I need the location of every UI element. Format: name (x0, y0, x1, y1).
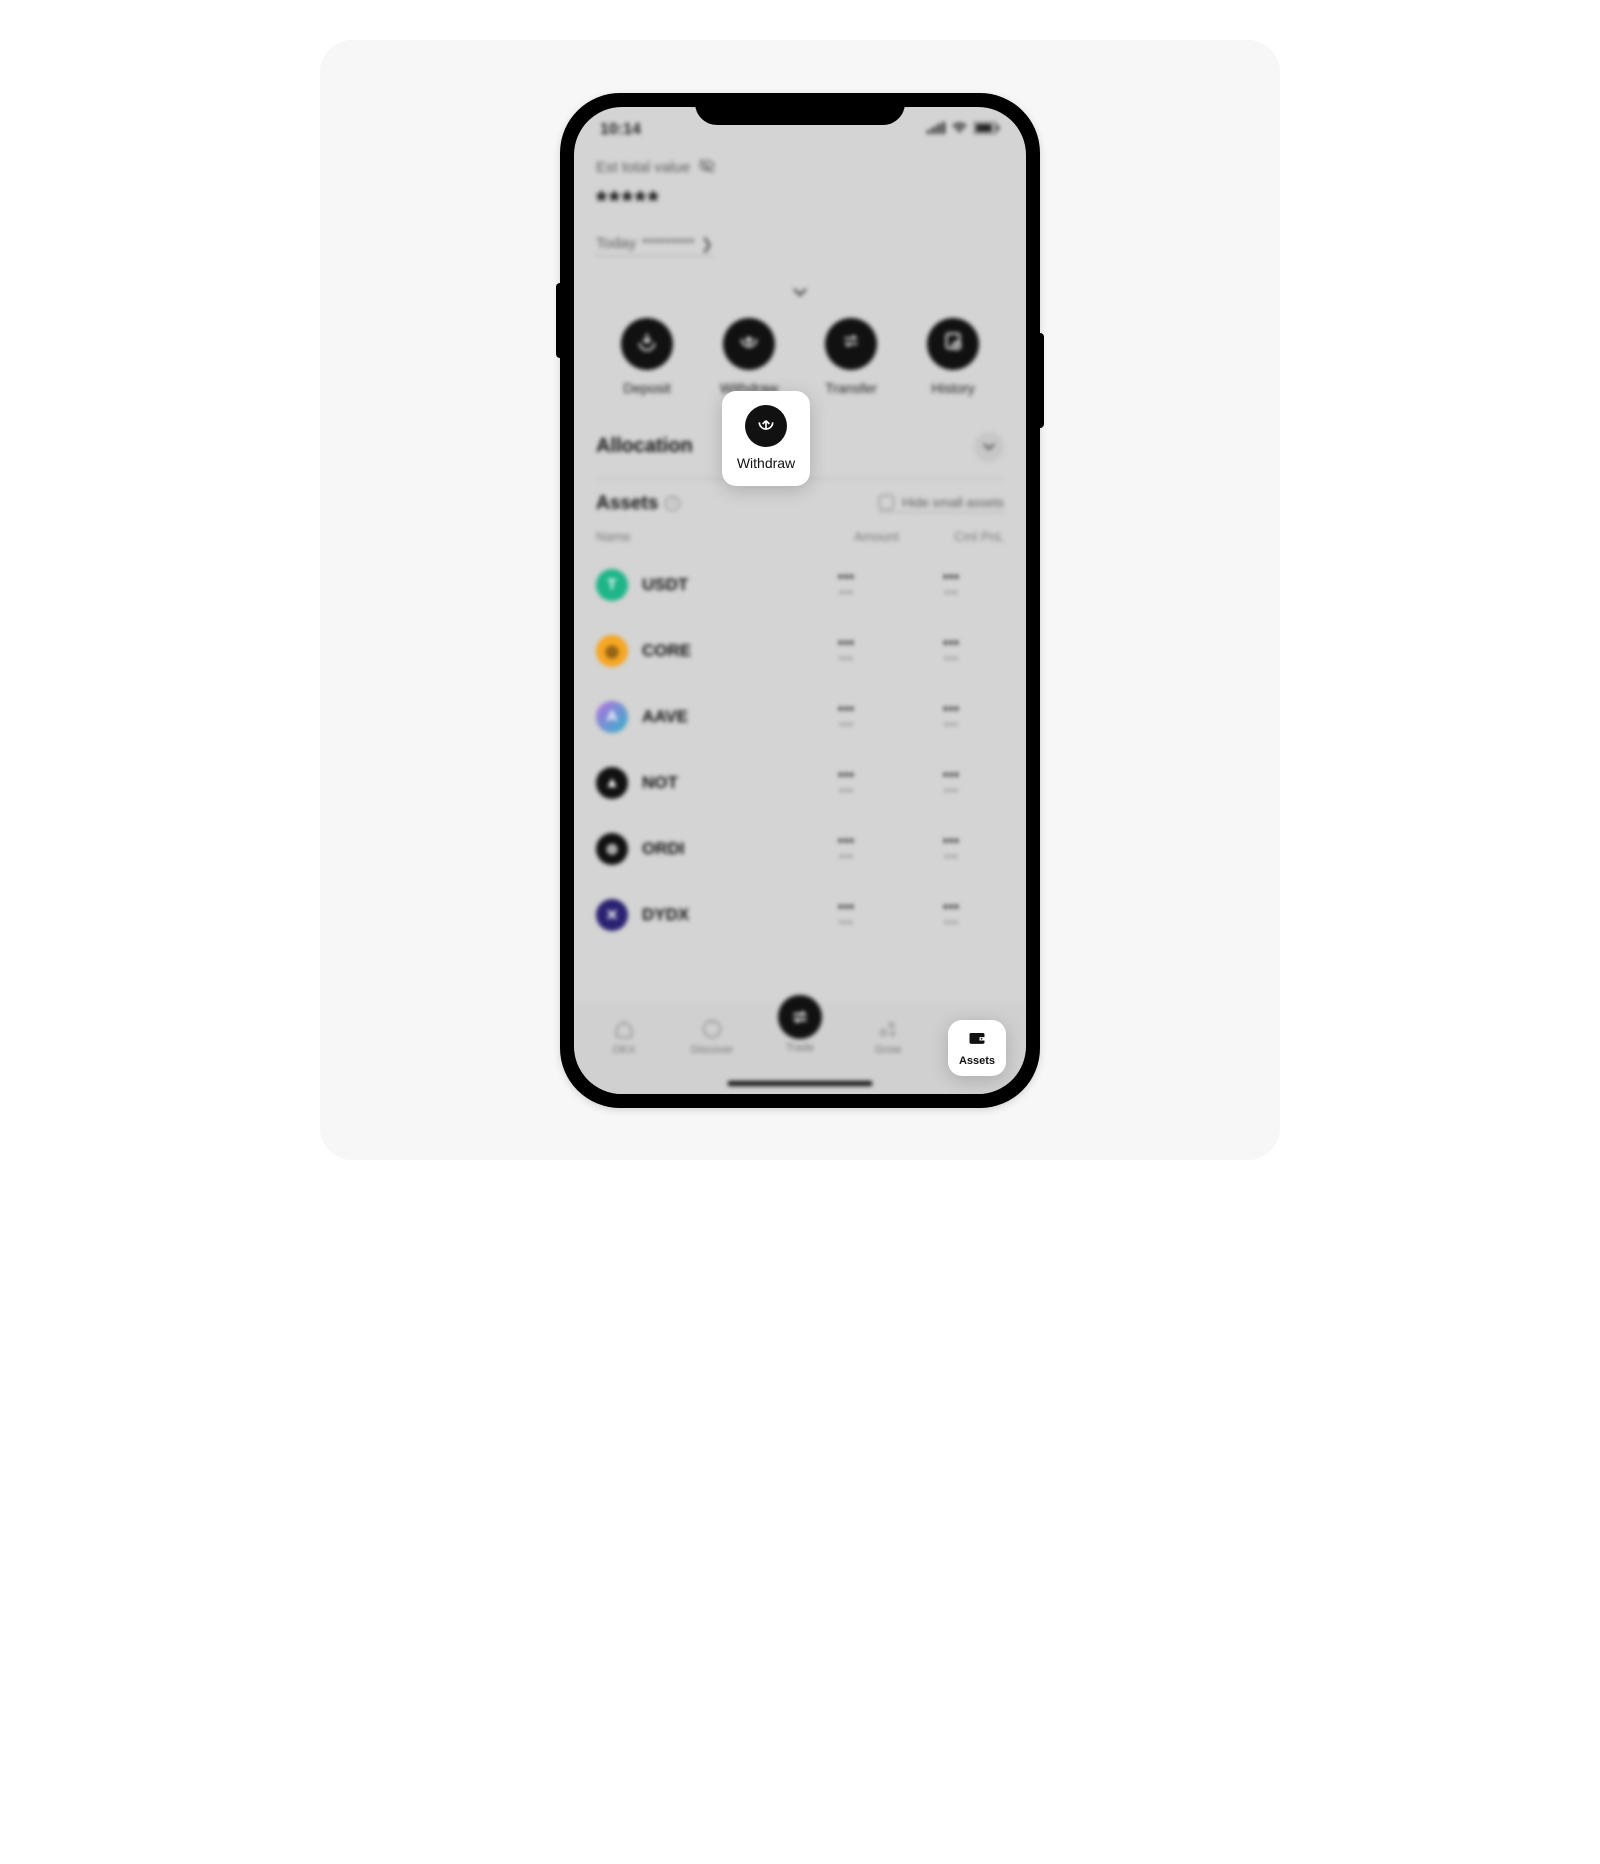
coin-symbol: AAVE (642, 707, 794, 727)
asset-pnl: •••••• (899, 701, 1004, 732)
status-time: 10:14 (600, 121, 641, 139)
battery-icon (974, 121, 1000, 139)
blurred-background-layer: 10:14 Est tot (574, 107, 1026, 1094)
phone-frame: 10:14 Est tot (560, 93, 1040, 1108)
trade-icon (778, 995, 822, 1039)
phone-notch (695, 93, 905, 125)
withdraw-label: Withdraw (737, 455, 795, 471)
coin-symbol: CORE (642, 641, 794, 661)
asset-row[interactable]: ▲ NOT •••••• •••••• (596, 750, 1004, 816)
asset-amount: •••••• (794, 635, 899, 666)
asset-amount: •••••• (794, 767, 899, 798)
coin-icon: A (596, 701, 628, 733)
coin-icon: ▲ (596, 767, 628, 799)
transfer-button[interactable]: Transfer (810, 318, 892, 396)
coin-icon: T (596, 569, 628, 601)
total-value-masked: ***** (596, 185, 1004, 217)
chevron-right-icon: ❯ (701, 235, 714, 253)
home-icon (612, 1017, 636, 1041)
nav-okx[interactable]: OKX (590, 1017, 658, 1056)
coin-icon: ✕ (596, 899, 628, 931)
coin-symbol: NOT (642, 773, 794, 793)
asset-row[interactable]: A AAVE •••••• •••••• (596, 684, 1004, 750)
chevron-down-icon (974, 432, 1004, 462)
home-indicator[interactable] (728, 1081, 873, 1086)
eye-off-icon[interactable] (698, 157, 716, 179)
asset-amount: •••••• (794, 569, 899, 600)
info-icon[interactable]: i (665, 496, 680, 511)
asset-row[interactable]: ◎ CORE •••••• •••••• (596, 618, 1004, 684)
coin-symbol: USDT (642, 575, 794, 595)
withdraw-highlight[interactable]: Withdraw (722, 391, 810, 486)
est-total-value-label: Est total value (596, 157, 1004, 179)
asset-row[interactable]: ✕ DYDX •••••• •••••• (596, 882, 1004, 948)
asset-columns-header: Name Amount Cml PnL (596, 529, 1004, 544)
asset-row[interactable]: T USDT •••••• •••••• (596, 552, 1004, 618)
screen: 10:14 Est tot (574, 107, 1026, 1094)
coin-symbol: ORDI (642, 839, 794, 859)
withdraw-icon (756, 414, 776, 439)
assets-title: Assets (596, 493, 658, 515)
coin-icon: ⊚ (596, 833, 628, 865)
withdraw-button[interactable]: Withdraw (708, 318, 790, 396)
asset-pnl: •••••• (899, 569, 1004, 600)
status-icons (927, 121, 1000, 139)
hide-small-assets-toggle[interactable]: Hide small assets (879, 495, 1004, 513)
coin-symbol: DYDX (642, 905, 794, 925)
history-button[interactable]: History (912, 318, 994, 396)
device-mockup-canvas: 10:14 Est tot (320, 40, 1280, 1160)
asset-list: T USDT •••••• •••••• ◎ CORE •••••• •••••… (596, 552, 1004, 948)
transfer-icon (840, 330, 862, 357)
asset-pnl: •••••• (899, 635, 1004, 666)
asset-pnl: •••••• (899, 899, 1004, 930)
signal-icon (927, 121, 945, 139)
compass-icon (700, 1017, 724, 1041)
grow-icon (876, 1017, 900, 1041)
action-row: Deposit Withdraw Transfer History (596, 318, 1004, 396)
asset-amount: •••••• (794, 701, 899, 732)
asset-pnl: •••••• (899, 833, 1004, 864)
asset-amount: •••••• (794, 899, 899, 930)
checkbox[interactable] (879, 495, 894, 510)
assets-tab-highlight[interactable]: Assets (948, 1020, 1006, 1076)
asset-amount: •••••• (794, 833, 899, 864)
history-icon (942, 330, 964, 357)
coin-icon: ◎ (596, 635, 628, 667)
nav-grow[interactable]: Grow (854, 1017, 922, 1056)
asset-row[interactable]: ⊚ ORDI •••••• •••••• (596, 816, 1004, 882)
wallet-icon (966, 1028, 988, 1053)
nav-discover[interactable]: Discover (678, 1017, 746, 1056)
today-pnl-row[interactable]: Today ********* ❯ (596, 235, 713, 256)
nav-trade[interactable]: Trade (766, 1019, 834, 1054)
deposit-button[interactable]: Deposit (606, 318, 688, 396)
expand-chevron[interactable] (596, 284, 1004, 300)
assets-header: Assets i Hide small assets (596, 493, 1004, 515)
wifi-icon (951, 121, 968, 139)
deposit-icon (636, 330, 658, 357)
asset-pnl: •••••• (899, 767, 1004, 798)
withdraw-icon (738, 330, 760, 357)
